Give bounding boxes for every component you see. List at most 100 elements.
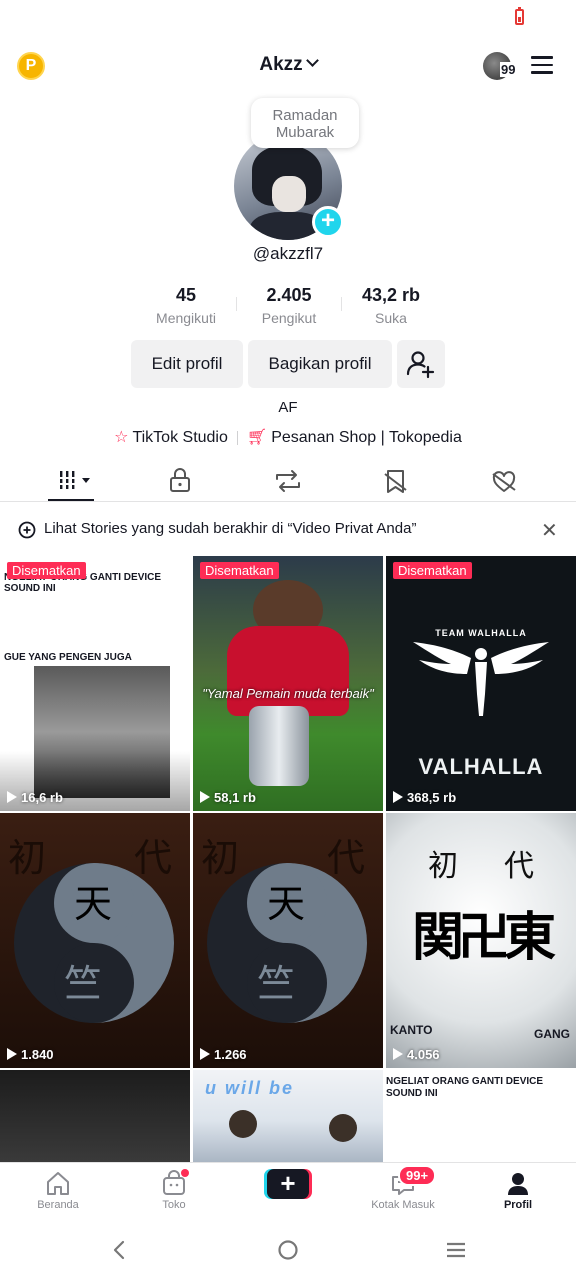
studio-label: TikTok Studio — [132, 429, 228, 446]
tab-reposts[interactable] — [258, 462, 318, 502]
tab-private[interactable] — [150, 462, 210, 502]
stat-label: Mengikuti — [156, 310, 216, 326]
chevron-down-icon — [305, 54, 319, 67]
recents-icon[interactable] — [444, 1238, 468, 1262]
nav-label: Toko — [162, 1199, 186, 1211]
stories-notice[interactable]: Lihat Stories yang sudah berakhir di “Vi… — [0, 514, 576, 546]
nav-label: Beranda — [37, 1199, 79, 1211]
profile-bio: AF — [278, 399, 298, 416]
stat-following[interactable]: 45 Mengikuti — [131, 284, 241, 326]
stat-value: 45 — [175, 285, 197, 305]
stat-label: Pengikut — [261, 310, 317, 326]
stat-likes[interactable]: 43,2 rb Suka — [336, 284, 446, 326]
view-count: 4.056 — [393, 1047, 440, 1062]
video-caption: GANG — [534, 1027, 570, 1041]
video-caption: VALHALLA — [418, 754, 544, 779]
video-caption: NGELIAT ORANG GANTI DEVICE SOUND INI — [386, 1076, 544, 1099]
video-thumbnail[interactable]: 初 代 関卍東 KANTO GANG 4.056 — [386, 813, 576, 1068]
pinned-badge: Disematkan — [200, 562, 279, 579]
status-bar — [0, 0, 576, 36]
stories-notice-text: Lihat Stories yang sudah berakhir di “Vi… — [44, 520, 417, 537]
stat-followers[interactable]: 2.405 Pengikut — [234, 284, 344, 326]
tiktok-studio-link[interactable]: ☆ TikTok Studio — [114, 429, 228, 446]
view-count: 368,5 rb — [393, 790, 456, 805]
video-caption: GUE YANG PENGEN JUGA — [4, 652, 132, 663]
pinned-badge: Disematkan — [7, 562, 86, 579]
cart-icon: 🛒︎ — [246, 429, 268, 446]
play-icon — [200, 791, 210, 803]
play-icon — [7, 1048, 17, 1060]
nav-shop[interactable]: Toko — [134, 1169, 214, 1211]
pinned-badge: Disematkan — [393, 562, 472, 579]
grid-icon — [58, 471, 90, 489]
profile-actions: Edit profil Bagikan profil — [0, 340, 576, 388]
edit-profile-button[interactable]: Edit profil — [131, 340, 243, 388]
add-user-icon — [406, 351, 435, 379]
video-image — [229, 1110, 257, 1138]
back-icon[interactable] — [108, 1238, 132, 1262]
shop-label: Pesanan Shop | Tokopedia — [271, 429, 462, 446]
add-friend-button[interactable] — [397, 340, 445, 388]
plus-icon: + — [267, 1169, 309, 1199]
video-glyph: 初 — [8, 836, 47, 880]
nav-profile[interactable]: Profil — [478, 1169, 558, 1211]
bookmark-hidden-icon — [384, 470, 407, 493]
tab-saved[interactable] — [366, 462, 426, 502]
video-glyph: 代 — [134, 836, 173, 880]
stat-value: 2.405 — [266, 285, 312, 305]
heart-hidden-icon — [492, 471, 516, 492]
profile-stats: 45 Mengikuti 2.405 Pengikut 43,2 rb Suka — [0, 284, 576, 328]
wings-icon — [413, 642, 549, 716]
play-icon — [200, 1048, 210, 1060]
divider — [236, 430, 238, 445]
video-glyph: 竺 — [64, 962, 103, 1006]
shop-orders-link[interactable]: 🛒︎ Pesanan Shop | Tokopedia — [247, 429, 462, 446]
view-count: 16,6 rb — [7, 790, 63, 805]
nav-label: Kotak Masuk — [371, 1199, 435, 1211]
view-count-value: 368,5 rb — [407, 790, 457, 805]
lock-icon — [170, 468, 190, 492]
system-nav — [0, 1220, 576, 1280]
view-count-value: 1.266 — [214, 1047, 247, 1062]
stat-label: Suka — [375, 310, 407, 326]
stat-value: 43,2 rb — [361, 285, 421, 305]
shop-bag-icon — [163, 1169, 189, 1195]
video-caption: u will be — [205, 1078, 295, 1098]
video-thumbnail[interactable]: u will be — [193, 1070, 383, 1162]
video-thumbnail[interactable] — [0, 1070, 190, 1162]
nav-home[interactable]: Beranda — [18, 1169, 98, 1211]
video-glyph: 代 — [504, 849, 534, 884]
profile-icon — [508, 1173, 528, 1195]
tab-videos[interactable] — [46, 462, 106, 502]
video-thumbnail[interactable]: TEAM WALHALLA VALHALLA Disematkan 368,5 … — [386, 556, 576, 811]
view-count-value: 1.840 — [21, 1047, 54, 1062]
notification-count: 99 — [500, 62, 517, 77]
add-story-icon[interactable]: + — [312, 206, 344, 238]
video-caption: TEAM WALHALLA — [435, 628, 527, 638]
story-add-icon — [18, 521, 36, 539]
video-glyph: 天 — [267, 882, 306, 926]
repost-icon — [276, 470, 300, 492]
share-profile-button[interactable]: Bagikan profil — [248, 340, 392, 388]
video-thumbnail[interactable]: NGELIAT ORANG GANTI DEVICE SOUND INI GUE… — [0, 556, 190, 811]
tab-liked[interactable] — [474, 462, 534, 502]
profile-avatar[interactable]: + — [234, 132, 344, 240]
close-icon[interactable]: ✕ — [541, 518, 558, 543]
menu-icon[interactable] — [531, 56, 553, 74]
video-thumbnail[interactable]: NGELIAT ORANG GANTI DEVICE SOUND INI — [386, 1070, 576, 1162]
view-count: 1.266 — [200, 1047, 247, 1062]
profile-links: ☆ TikTok Studio 🛒︎ Pesanan Shop | Tokopedia — [0, 427, 576, 447]
video-glyph: 代 — [327, 836, 366, 880]
home-icon — [47, 1172, 69, 1195]
profile-note[interactable]: Ramadan Mubarak — [251, 98, 359, 148]
bottom-nav: Beranda Toko + Kotak Masuk 99+ Profil — [0, 1162, 576, 1220]
profile-tabs — [0, 462, 576, 502]
top-bar: P Akzz 99 — [0, 44, 576, 88]
home-circle-icon[interactable] — [276, 1238, 300, 1262]
video-thumbnail[interactable]: 初 代 天 竺 1.840 — [0, 813, 190, 1068]
profile-handle: @akzzfl7 — [252, 244, 324, 263]
create-button[interactable]: + — [264, 1169, 312, 1199]
battery-icon — [515, 7, 524, 25]
video-thumbnail[interactable]: 初 代 天 竺 1.266 — [193, 813, 383, 1068]
video-thumbnail[interactable]: "Yamal Pemain muda terbaik" Disematkan 5… — [193, 556, 383, 811]
